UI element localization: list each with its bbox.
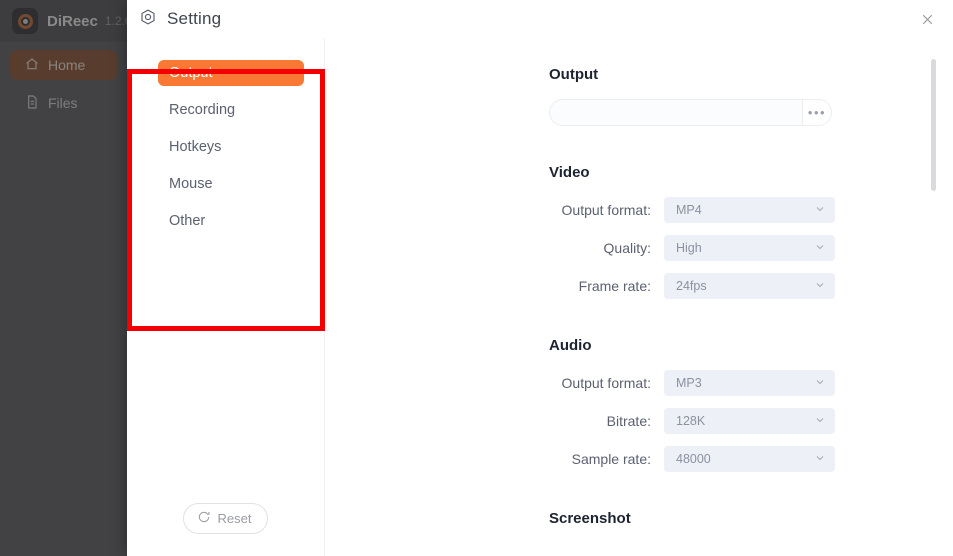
video-frame-rate-select[interactable]: 24fps <box>664 273 835 299</box>
tab-hotkeys[interactable]: Hotkeys <box>158 134 304 160</box>
section-title-output: Output <box>549 66 953 83</box>
chevron-down-icon <box>814 376 826 391</box>
tab-mouse-label: Mouse <box>169 176 213 192</box>
settings-scrollbar[interactable] <box>931 59 936 191</box>
section-title-audio: Audio <box>549 337 953 354</box>
video-output-format-value: MP4 <box>676 203 702 217</box>
output-path-input[interactable] <box>549 99 802 126</box>
settings-dialog-body: Output Recording Hotkeys Mouse Other <box>127 38 953 556</box>
chevron-down-icon <box>814 203 826 218</box>
tab-other-label: Other <box>169 213 205 229</box>
settings-dialog-header: Setting <box>127 0 953 38</box>
output-path-browse-button[interactable]: ••• <box>802 99 832 126</box>
video-frame-rate-value: 24fps <box>676 279 707 293</box>
video-quality-label: Quality: <box>549 240 664 256</box>
reset-button[interactable]: Reset <box>183 503 269 534</box>
audio-bitrate-label: Bitrate: <box>549 413 664 429</box>
chevron-down-icon <box>814 241 826 256</box>
output-path-row: ••• <box>549 99 953 126</box>
reset-button-label: Reset <box>218 511 252 526</box>
settings-content-pane: Output ••• Video Output format: MP4 <box>325 38 953 556</box>
audio-output-format-row: Output format: MP3 <box>549 370 953 396</box>
section-title-screenshot: Screenshot <box>549 510 953 527</box>
audio-output-format-select[interactable]: MP3 <box>664 370 835 396</box>
audio-sample-rate-label: Sample rate: <box>549 451 664 467</box>
gear-icon <box>139 8 157 31</box>
settings-dialog: Setting Output Recording Hotkey <box>127 0 953 556</box>
tab-output-label: Output <box>169 65 213 81</box>
audio-output-format-label: Output format: <box>549 375 664 391</box>
audio-sample-rate-select[interactable]: 48000 <box>664 446 835 472</box>
tab-other[interactable]: Other <box>158 208 304 234</box>
chevron-down-icon <box>814 452 826 467</box>
audio-output-format-value: MP3 <box>676 376 702 390</box>
audio-sample-rate-value: 48000 <box>676 452 711 466</box>
tab-recording-label: Recording <box>169 102 235 118</box>
video-frame-rate-label: Frame rate: <box>549 278 664 294</box>
audio-sample-rate-row: Sample rate: 48000 <box>549 446 953 472</box>
video-quality-select[interactable]: High <box>664 235 835 261</box>
audio-bitrate-select[interactable]: 128K <box>664 408 835 434</box>
video-output-format-label: Output format: <box>549 202 664 218</box>
settings-dialog-title: Setting <box>167 9 221 29</box>
tab-mouse[interactable]: Mouse <box>158 171 304 197</box>
section-title-video: Video <box>549 164 953 181</box>
audio-bitrate-value: 128K <box>676 414 705 428</box>
audio-bitrate-row: Bitrate: 128K <box>549 408 953 434</box>
refresh-icon <box>197 510 211 527</box>
screen: DiReec 1.2.0 <box>0 0 953 556</box>
tab-recording[interactable]: Recording <box>158 97 304 123</box>
video-output-format-select[interactable]: MP4 <box>664 197 835 223</box>
video-quality-value: High <box>676 241 702 255</box>
video-frame-rate-row: Frame rate: 24fps <box>549 273 953 299</box>
tab-output[interactable]: Output <box>158 60 304 86</box>
tab-hotkeys-label: Hotkeys <box>169 139 221 155</box>
video-quality-row: Quality: High <box>549 235 953 261</box>
settings-close-icon[interactable] <box>913 5 941 33</box>
video-output-format-row: Output format: MP4 <box>549 197 953 223</box>
chevron-down-icon <box>814 414 826 429</box>
settings-tab-list: Output Recording Hotkeys Mouse Other <box>127 38 325 556</box>
chevron-down-icon <box>814 279 826 294</box>
